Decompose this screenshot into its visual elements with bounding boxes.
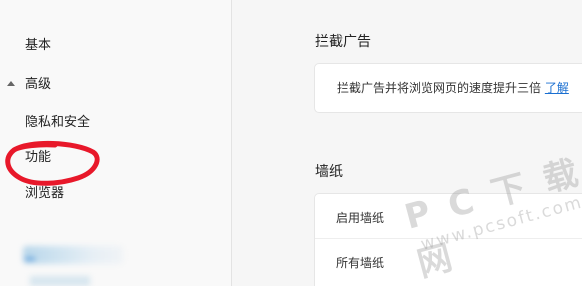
sidebar-item-browser[interactable]: 浏览器 [25,186,64,202]
blurred-link-secondary [30,276,90,286]
adblock-section-title: 拦截广告 [315,34,371,50]
wallpaper-section-title: 墙纸 [315,164,343,180]
enable-wallpaper-label: 启用墙纸 [336,211,385,225]
adblock-description-line: 拦截广告并将浏览网页的速度提升三倍 了解 [337,80,569,96]
sidebar-item-advanced[interactable]: 高级 [25,77,51,93]
sidebar-item-basic[interactable]: 基本 [25,38,51,54]
sidebar-item-privacy-security[interactable]: 隐私和安全 [25,115,90,131]
caret-up-icon[interactable] [7,81,15,86]
wallpaper-card: 启用墙纸 所有墙纸 [314,193,582,286]
adblock-card: 拦截广告并将浏览网页的速度提升三倍 了解 [314,63,582,113]
learn-more-link[interactable]: 了解 [545,81,569,95]
blurred-link[interactable] [23,246,123,264]
adblock-description: 拦截广告并将浏览网页的速度提升三倍 [337,81,542,95]
all-wallpapers-label: 所有墙纸 [336,256,385,270]
enable-wallpaper-row[interactable]: 启用墙纸 [315,210,582,226]
settings-sidebar: 基本 高级 隐私和安全 功能 浏览器 [0,0,232,286]
sidebar-item-features[interactable]: 功能 [25,150,51,166]
settings-main: 拦截广告 拦截广告并将浏览网页的速度提升三倍 了解 墙纸 启用墙纸 所有墙纸 [232,0,582,286]
all-wallpapers-row[interactable]: 所有墙纸 [315,255,582,271]
row-divider [315,238,582,239]
